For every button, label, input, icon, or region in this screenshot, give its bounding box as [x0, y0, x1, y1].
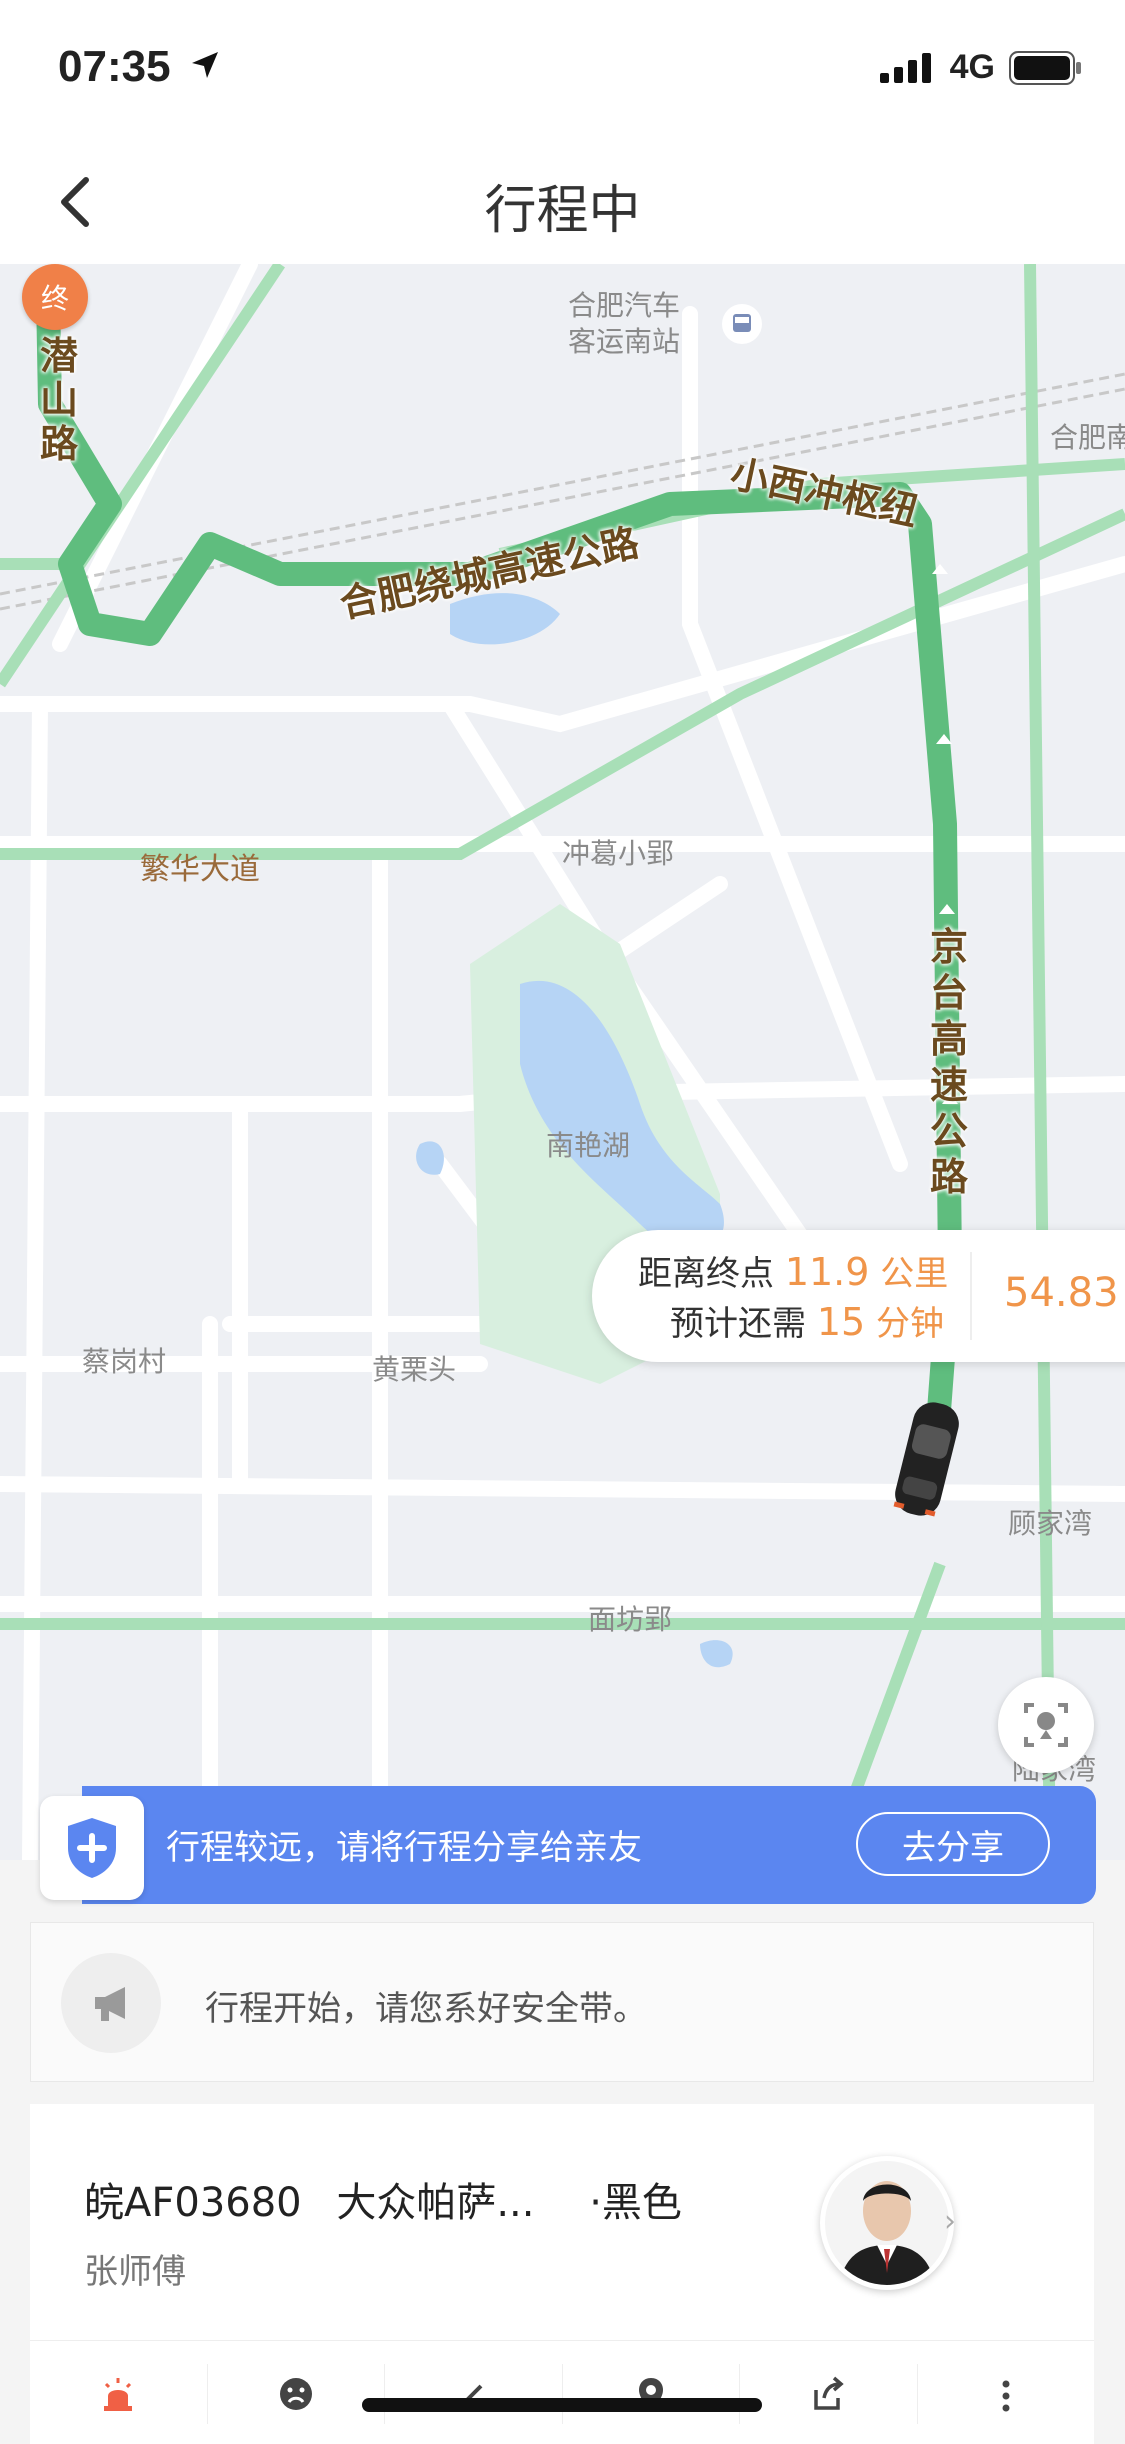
driver-card[interactable]: 皖AF03680 大众帕萨... ·黑色 张师傅 ›: [30, 2104, 1094, 2444]
more-button[interactable]: [918, 2364, 1095, 2424]
megaphone-icon: [95, 1987, 125, 2021]
time-prefix: 预计还需: [670, 1304, 806, 1344]
alarm-icon: [104, 2378, 133, 2411]
action-row: [30, 2364, 1094, 2424]
bubble-divider: [970, 1252, 972, 1340]
notice-icon-wrap: [61, 1953, 161, 2053]
time-line: 预计还需 15 分钟: [670, 1296, 944, 1345]
home-indicator[interactable]: [362, 2398, 762, 2412]
nav-bar: 行程中: [0, 140, 1125, 265]
share-banner-text: 行程较远，请将行程分享给亲友: [166, 1828, 642, 1868]
map-label-caigangcun: 蔡岗村: [82, 1345, 167, 1378]
distance-prefix: 距离终点: [638, 1254, 774, 1294]
battery-icon: [1009, 50, 1081, 85]
car-model: 大众帕萨...: [336, 2180, 535, 2226]
car-color: ·黑色: [589, 2180, 682, 2226]
map-label-hefei-south: 合肥南: [1050, 421, 1125, 454]
card-divider: [30, 2340, 1094, 2341]
locate-icon: [1024, 1703, 1068, 1747]
more-icon: [1002, 2380, 1010, 2412]
road-label-jingtai: 京台高速公路: [930, 925, 969, 1199]
distance-unit: 公里: [880, 1254, 949, 1294]
network-type: 4G: [949, 48, 995, 86]
distance-value: 11.9: [784, 1250, 870, 1294]
map-label-bus-station-2: 客运南站: [568, 325, 681, 358]
map-label-mianfangying: 面坊郢: [588, 1603, 673, 1636]
status-indicators: 4G: [879, 48, 1083, 87]
complaint-button[interactable]: [208, 2364, 385, 2424]
share-button[interactable]: 去分享: [856, 1812, 1050, 1876]
avatar-chevron-icon[interactable]: ›: [944, 2204, 956, 2239]
map-label-chonggexiaoying: 冲葛小郢: [562, 837, 675, 870]
map-label-nanyanhu: 南艳湖: [546, 1129, 631, 1162]
share-icon: [814, 2376, 844, 2410]
time-value: 15: [816, 1300, 866, 1344]
notice-text: 行程开始，请您系好安全带。: [205, 1989, 647, 2029]
fare-amount: 54.83: [1004, 1270, 1119, 1316]
status-time: 07:35: [58, 42, 171, 91]
share-trip-button[interactable]: [740, 2364, 918, 2424]
plate-number: 皖AF03680: [84, 2180, 302, 2226]
map-label-fanhua-avenue: 繁华大道: [140, 852, 260, 887]
map-label-bus-station-1: 合肥汽车: [568, 289, 681, 322]
map-label-gujiawan: 顾家湾: [1008, 1507, 1093, 1540]
time-unit: 分钟: [875, 1304, 944, 1344]
bus-station-icon: [722, 304, 762, 344]
distance-line: 距离终点 11.9 公里: [638, 1246, 948, 1295]
status-bar: 07:35 4G: [0, 0, 1125, 140]
alarm-button[interactable]: [30, 2364, 208, 2424]
edit-button[interactable]: [385, 2364, 563, 2424]
driver-name: 张师傅: [84, 2252, 186, 2292]
map-view[interactable]: 合肥汽车 客运南站 合肥南 繁华大道 冲葛小郢 南艳湖 蔡岗村 黄栗头 顾家湾 …: [0, 264, 1125, 1860]
location-arrow-icon: [192, 52, 218, 78]
safety-shield-box[interactable]: [40, 1796, 144, 1900]
page-title: 行程中: [484, 181, 641, 241]
frown-icon: [279, 2378, 312, 2410]
map-label-huangsutou: 黄栗头: [372, 1353, 457, 1386]
signal-icon: [879, 52, 931, 83]
trip-info-bubble: 距离终点 11.9 公里 预计还需 15 分钟 54.83: [592, 1230, 1125, 1362]
shield-icon: [68, 1818, 116, 1878]
end-marker[interactable]: 终: [22, 264, 88, 330]
car-icon: [893, 1402, 959, 1517]
location-button[interactable]: [563, 2364, 740, 2424]
vehicle-info: 皖AF03680 大众帕萨... ·黑色: [84, 2170, 704, 2228]
locate-button[interactable]: [998, 1677, 1094, 1773]
driver-avatar[interactable]: [820, 2156, 954, 2290]
driver-photo: [825, 2161, 949, 2285]
notice-card: 行程开始，请您系好安全带。: [30, 1922, 1094, 2082]
road-label-qianshan: 潜山路: [40, 334, 79, 466]
